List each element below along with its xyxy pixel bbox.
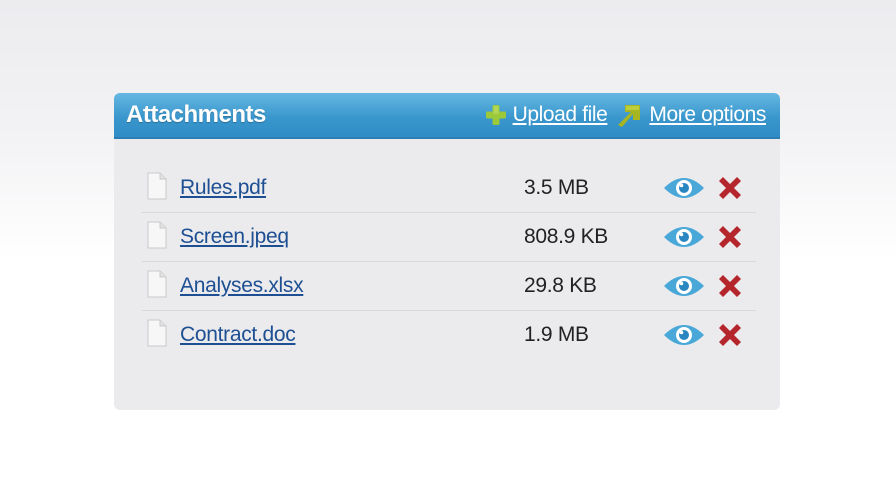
list-item: Contract.doc 1.9 MB — [142, 311, 756, 359]
list-item: Screen.jpeq 808.9 KB — [142, 213, 756, 262]
more-options-link[interactable]: More options — [649, 103, 766, 127]
file-name-link[interactable]: Contract.doc — [180, 323, 296, 347]
panel-header: Attachments Upload file More options — [114, 93, 780, 139]
file-name-link[interactable]: Rules.pdf — [180, 176, 266, 200]
plus-icon[interactable] — [484, 103, 513, 127]
upload-file-link[interactable]: Upload file — [513, 103, 608, 127]
delete-icon[interactable] — [715, 320, 745, 350]
list-item: Analyses.xlsx 29.8 KB — [142, 262, 756, 311]
file-icon — [142, 221, 180, 254]
delete-icon[interactable] — [715, 173, 745, 203]
file-name-link[interactable]: Analyses.xlsx — [180, 274, 304, 298]
eye-icon[interactable] — [662, 319, 706, 351]
file-size: 29.8 KB — [524, 274, 597, 297]
eye-icon[interactable] — [662, 270, 706, 302]
eye-icon[interactable] — [662, 172, 706, 204]
panel-title: Attachments — [126, 101, 266, 128]
list-item: Rules.pdf 3.5 MB — [142, 164, 756, 213]
file-icon — [142, 172, 180, 205]
file-size: 3.5 MB — [524, 176, 589, 199]
attachments-panel: Attachments Upload file More options Rul… — [114, 93, 780, 410]
file-icon — [142, 270, 180, 303]
file-name-link[interactable]: Screen.jpeq — [180, 225, 289, 249]
eye-icon[interactable] — [662, 221, 706, 253]
header-actions: Upload file More options — [484, 101, 766, 129]
delete-icon[interactable] — [715, 271, 745, 301]
file-size: 1.9 MB — [524, 323, 589, 346]
delete-icon[interactable] — [715, 222, 745, 252]
arrow-icon[interactable] — [607, 101, 649, 129]
file-icon — [142, 319, 180, 352]
file-size: 808.9 KB — [524, 225, 608, 248]
attachment-list: Rules.pdf 3.5 MB Screen.jpeq 808.9 KB An… — [142, 164, 756, 359]
